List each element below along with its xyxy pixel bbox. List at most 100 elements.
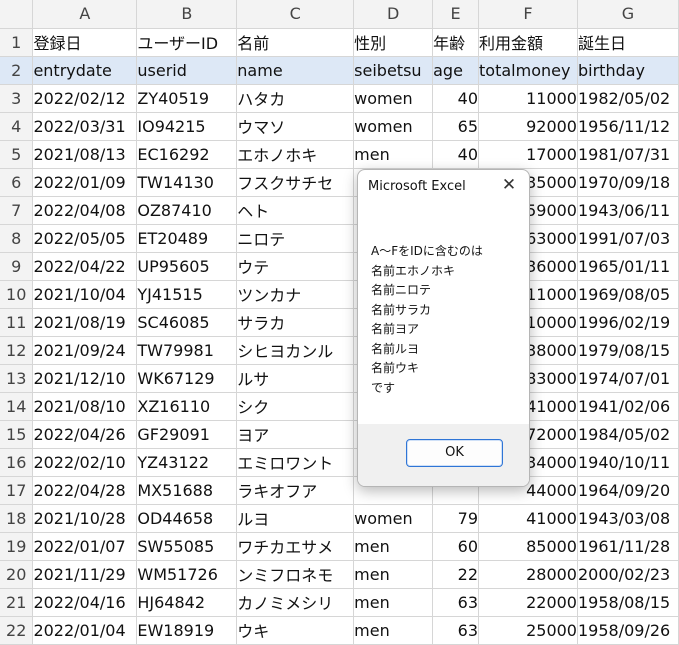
cell[interactable]: 1941/02/06 [577,392,679,421]
cell[interactable]: 1956/11/12 [577,112,679,141]
row-header[interactable]: 4 [0,112,34,141]
column-header[interactable]: C [236,0,355,29]
cell[interactable]: 1943/03/08 [577,504,679,533]
row-header[interactable]: 17 [0,476,34,505]
cell[interactable]: 63 [432,616,480,645]
cell[interactable]: 11000 [478,84,578,113]
cell[interactable]: 名前 [236,28,355,57]
cell[interactable]: ユーザーID [136,28,238,57]
cell[interactable]: 60 [432,532,480,561]
cell[interactable]: フスクサチセ [236,168,355,197]
cell[interactable]: 1943/06/11 [577,196,679,225]
cell[interactable]: EC16292 [136,140,238,169]
cell[interactable]: 2021/10/28 [32,504,138,533]
cell[interactable]: 41000 [478,504,578,533]
cell[interactable]: ET20489 [136,224,238,253]
cell[interactable]: 92000 [478,112,578,141]
cell[interactable]: women [353,112,434,141]
cell[interactable]: 2022/01/09 [32,168,138,197]
cell[interactable]: age [432,56,480,85]
row-header[interactable]: 16 [0,448,34,477]
cell[interactable]: 85000 [478,532,578,561]
cell[interactable]: 1961/11/28 [577,532,679,561]
cell[interactable]: ウマソ [236,112,355,141]
cell[interactable]: GF29091 [136,420,238,449]
cell[interactable]: 1979/08/15 [577,336,679,365]
cell[interactable]: 2022/04/22 [32,252,138,281]
row-header[interactable]: 1 [0,28,34,57]
cell[interactable]: SC46085 [136,308,238,337]
row-header[interactable]: 21 [0,588,34,617]
cell[interactable]: 1981/07/31 [577,140,679,169]
cell[interactable]: 2022/02/10 [32,448,138,477]
cell[interactable]: men [353,616,434,645]
cell[interactable]: 2021/10/04 [32,280,138,309]
cell[interactable]: 40 [432,140,480,169]
cell[interactable]: HJ64842 [136,588,238,617]
row-header[interactable]: 13 [0,364,34,393]
cell[interactable]: 1958/08/15 [577,588,679,617]
cell[interactable]: ルサ [236,364,355,393]
cell[interactable]: men [353,560,434,589]
row-header[interactable]: 9 [0,252,34,281]
column-header[interactable]: E [432,0,480,29]
column-header[interactable]: F [478,0,578,29]
cell[interactable]: 1964/09/20 [577,476,679,505]
cell[interactable]: 1984/05/02 [577,420,679,449]
cell[interactable]: エミロワント [236,448,355,477]
cell[interactable]: 2022/01/07 [32,532,138,561]
cell[interactable]: 2021/08/10 [32,392,138,421]
cell[interactable]: 1974/07/01 [577,364,679,393]
row-header[interactable]: 18 [0,504,34,533]
cell[interactable]: TW14130 [136,168,238,197]
cell[interactable]: ウテ [236,252,355,281]
cell[interactable]: サラカ [236,308,355,337]
cell[interactable]: ZY40519 [136,84,238,113]
cell[interactable]: エホノホキ [236,140,355,169]
cell[interactable]: MX51688 [136,476,238,505]
cell[interactable]: ヨア [236,420,355,449]
cell[interactable]: ハタカ [236,84,355,113]
cell[interactable]: 利用金額 [478,28,578,57]
cell[interactable]: 2022/04/26 [32,420,138,449]
cell[interactable]: ワチカエサメ [236,532,355,561]
cell[interactable]: XZ16110 [136,392,238,421]
row-header[interactable]: 19 [0,532,34,561]
cell[interactable]: 2022/04/16 [32,588,138,617]
row-header[interactable]: 2 [0,56,34,85]
cell[interactable]: 1982/05/02 [577,84,679,113]
row-header[interactable]: 15 [0,420,34,449]
row-header[interactable]: 3 [0,84,34,113]
row-header[interactable]: 6 [0,168,34,197]
cell[interactable]: OZ87410 [136,196,238,225]
cell[interactable]: 2022/04/08 [32,196,138,225]
cell[interactable]: ツンカナ [236,280,355,309]
cell[interactable]: 1970/09/18 [577,168,679,197]
cell[interactable]: women [353,84,434,113]
cell[interactable]: women [353,504,434,533]
cell[interactable]: 65 [432,112,480,141]
cell[interactable]: 63 [432,588,480,617]
cell[interactable]: EW18919 [136,616,238,645]
cell[interactable]: 28000 [478,560,578,589]
row-header[interactable]: 11 [0,308,34,337]
cell[interactable]: 2021/08/13 [32,140,138,169]
cell[interactable]: men [353,140,434,169]
cell[interactable]: 年齢 [432,28,480,57]
cell[interactable]: birthday [577,56,679,85]
row-header[interactable]: 20 [0,560,34,589]
row-header[interactable]: 5 [0,140,34,169]
cell[interactable]: 1940/10/11 [577,448,679,477]
cell[interactable]: カノミメシリ [236,588,355,617]
cell[interactable]: 1965/01/11 [577,252,679,281]
cell[interactable]: 40 [432,84,480,113]
cell[interactable]: men [353,532,434,561]
cell[interactable]: userid [136,56,238,85]
cell[interactable]: 2021/11/29 [32,560,138,589]
row-header[interactable]: 12 [0,336,34,365]
close-icon[interactable]: ✕ [499,175,519,195]
cell[interactable]: UP95605 [136,252,238,281]
cell[interactable]: ヘト [236,196,355,225]
row-header[interactable]: 10 [0,280,34,309]
spreadsheet-grid[interactable]: ABCDEFG 1 登録日 ユーザーID 名前 性別 年齢 利用金額 誕生日 2 entrydat… [0,0,679,645]
